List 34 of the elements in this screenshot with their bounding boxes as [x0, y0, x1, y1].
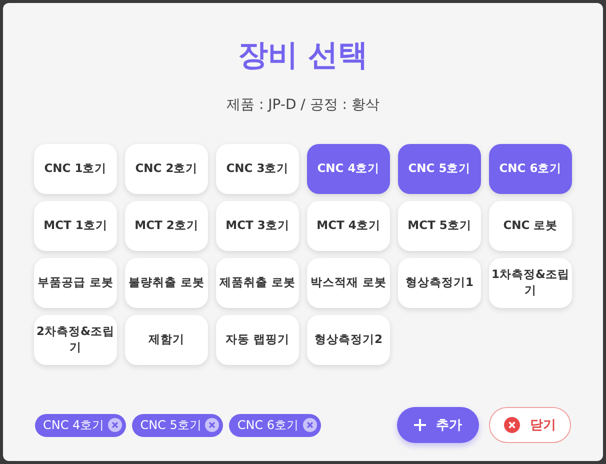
equipment-button[interactable]: MCT 3호기 [216, 201, 299, 251]
equipment-button[interactable]: MCT 4호기 [307, 201, 390, 251]
equipment-button[interactable]: MCT 5호기 [398, 201, 481, 251]
equipment-button[interactable]: 제품취출 로봇 [216, 258, 299, 308]
equipment-button[interactable]: MCT 2호기 [125, 201, 208, 251]
plus-icon [414, 419, 426, 431]
add-button[interactable]: 추가 [397, 407, 479, 443]
equipment-button[interactable]: 형상측정기1 [398, 258, 481, 308]
equipment-button[interactable]: 1차측정&조립기 [489, 258, 572, 308]
remove-icon[interactable] [302, 418, 317, 432]
equipment-button[interactable]: CNC 3호기 [216, 144, 299, 194]
equipment-button[interactable]: CNC 5호기 [398, 144, 481, 194]
chip-label: CNC 4호기 [43, 416, 104, 434]
close-icon [504, 417, 520, 433]
equipment-button[interactable]: 불량취출 로봇 [125, 258, 208, 308]
equipment-button[interactable]: 박스적재 로봇 [307, 258, 390, 308]
equipment-button[interactable]: 형상측정기2 [307, 315, 390, 365]
remove-icon[interactable] [205, 418, 220, 432]
equipment-button[interactable]: CNC 4호기 [307, 144, 390, 194]
equipment-button[interactable]: MCT 1호기 [34, 201, 117, 251]
equipment-button[interactable]: CNC 로봇 [489, 201, 572, 251]
chip-label: CNC 6호기 [237, 416, 299, 434]
equipment-button[interactable]: 자동 랩핑기 [216, 315, 299, 365]
equipment-button[interactable]: 부품공급 로봇 [34, 258, 117, 308]
dialog-subtitle: 제품 : JP-D / 공정 : 황삭 [226, 96, 380, 114]
chip-label: CNC 5호기 [140, 416, 202, 434]
equipment-button[interactable]: CNC 6호기 [489, 144, 572, 194]
equipment-button[interactable]: 2차측정&조립기 [34, 315, 117, 365]
equipment-button[interactable]: 제함기 [125, 315, 208, 365]
equipment-button[interactable]: CNC 2호기 [125, 144, 208, 194]
remove-icon[interactable] [108, 418, 122, 432]
close-button[interactable]: 닫기 [489, 407, 571, 443]
equipment-button[interactable]: CNC 1호기 [34, 144, 117, 194]
dialog-title: 장비 선택 [238, 37, 368, 75]
